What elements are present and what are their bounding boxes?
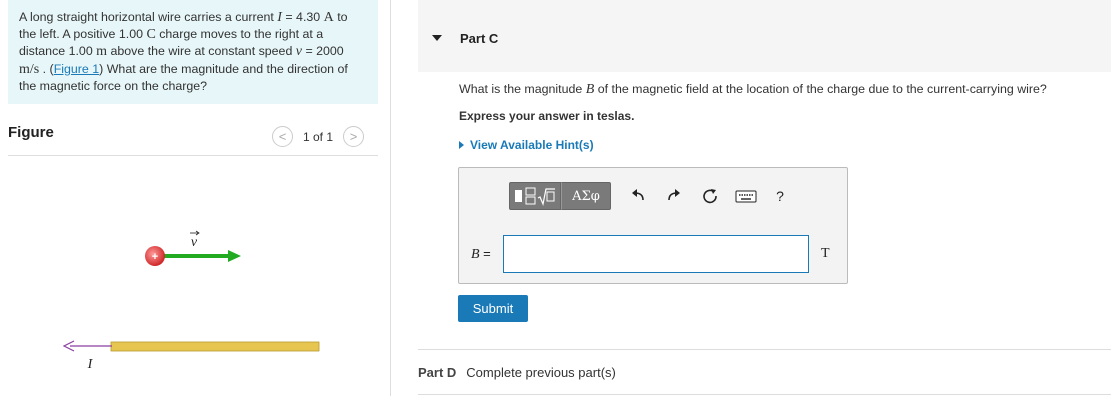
collapse-caret-icon[interactable] [432,35,442,41]
answer-equals: = [479,246,491,261]
part-d-row: Part D Complete previous part(s) [418,365,616,380]
hint-label: View Available Hint(s) [470,138,594,152]
templates-icon [515,187,555,206]
wire [110,341,320,352]
part-c-header[interactable]: Part C [418,0,1111,72]
question-pre: What is the magnitude [459,82,586,96]
problem-text-7: . ( [39,61,54,76]
chevron-right-icon: > [349,129,358,144]
submit-button[interactable]: Submit [458,295,528,322]
figure-header: Figure < 1 of 1 > [8,118,378,156]
charge-unit: C [146,27,156,43]
panel-divider [390,0,391,396]
current-unit: A [323,10,334,25]
templates-button[interactable] [509,182,561,210]
bottom-divider [418,394,1111,395]
next-figure-button[interactable]: > [343,126,365,147]
view-hints-link[interactable]: View Available Hint(s) [459,138,594,152]
part-c-title: Part C [460,31,499,46]
question-symbol: B [585,82,595,97]
problem-text-5: above the wire at constant speed [107,44,296,59]
answer-box: ΑΣφ ? B = T [458,167,848,284]
answer-symbol: B [471,247,480,262]
unit-label: T [821,246,830,261]
question-text: What is the magnitude B of the magnetic … [459,82,1047,98]
figure-svg: v + I [62,230,320,372]
chevron-left-icon: < [278,129,287,144]
math-toolbar: ΑΣφ ? [509,182,791,210]
figure-link[interactable]: Figure 1 [54,62,99,76]
section-divider [418,349,1111,350]
charge-sign: + [152,251,158,263]
redo-icon[interactable] [663,185,685,207]
prev-figure-button[interactable]: < [272,126,293,147]
problem-statement: A long straight horizontal wire carries … [8,0,378,104]
figure-title: Figure [8,124,54,141]
pager-text: 1 of 1 [303,129,334,144]
part-d-status: Complete previous part(s) [466,365,616,380]
answer-input[interactable] [503,235,809,273]
problem-text-6: = 2000 [302,44,344,59]
velocity-arrowhead [228,250,241,262]
problem-text-2: = 4.30 [281,10,324,24]
reset-icon[interactable] [699,185,721,207]
caret-right-icon [459,141,464,149]
problem-text-1: A long straight horizontal wire carries … [19,10,278,24]
distance-unit: m [96,44,108,60]
figure-diagram: v + I [8,160,378,396]
part-d-title: Part D [418,365,457,380]
question-post: of the magnetic field at the location of… [594,82,1047,96]
speed-unit: m/s [19,61,40,77]
answer-label: B = [471,246,491,263]
figure-pager: < 1 of 1 > [272,126,365,147]
answer-instruction: Express your answer in teslas. [459,109,635,123]
current-label: I [87,357,94,372]
greek-symbols-button[interactable]: ΑΣφ [561,182,611,210]
keyboard-icon[interactable] [735,185,757,207]
velocity-label: v [191,235,198,250]
help-icon[interactable]: ? [769,185,791,207]
undo-icon[interactable] [627,185,649,207]
